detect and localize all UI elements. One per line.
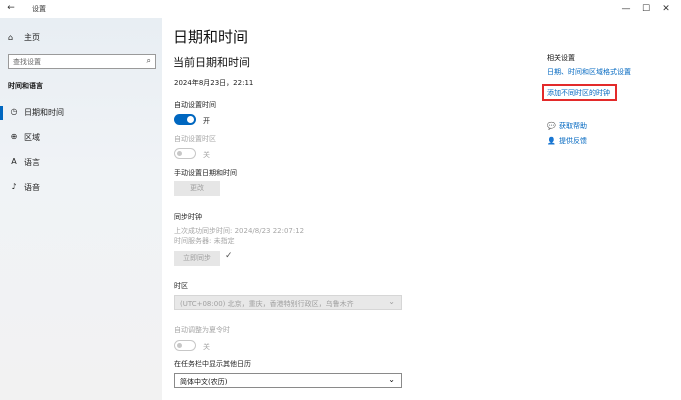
time-server-text: 时间服务器: 未指定: [174, 237, 235, 245]
language-icon: A: [11, 157, 17, 166]
auto-timezone-label: 自动设置时区: [174, 135, 216, 143]
title-bar: ← 设置 — ☐ ✕: [0, 0, 681, 18]
maximize-icon[interactable]: ☐: [637, 2, 655, 16]
timezone-value: (UTC+08:00) 北京，重庆，香港特别行政区，乌鲁木齐: [180, 300, 354, 308]
search-placeholder: 查找设置: [13, 58, 41, 66]
dst-label: 自动调整为夏令时: [174, 326, 230, 334]
date-time-region-format-link[interactable]: 日期、时间和区域格式设置: [547, 67, 631, 77]
help-chat-icon: 💬: [547, 122, 556, 130]
sidebar-item-label: 语言: [24, 158, 40, 167]
chevron-down-icon: ⌄: [388, 297, 395, 306]
sync-title: 同步时钟: [174, 213, 202, 221]
clock-calendar-icon: ◷: [10, 107, 18, 116]
sidebar-item-language[interactable]: A 语言: [0, 154, 162, 172]
change-button[interactable]: 更改: [174, 181, 220, 196]
toggle-knob: [187, 116, 194, 123]
active-indicator: [0, 106, 3, 120]
home-icon: ⌂: [8, 33, 14, 42]
toggle-knob: [177, 151, 182, 156]
sync-now-button[interactable]: 立即同步: [174, 251, 220, 266]
calendar-label: 在任务栏中显示其他日历: [174, 360, 251, 368]
feedback-link[interactable]: 提供反馈: [559, 137, 587, 145]
page-title: 日期和时间: [173, 28, 249, 46]
home-nav-item[interactable]: ⌂ 主页: [8, 32, 40, 43]
current-datetime-value: 2024年8月23日，22:11: [174, 79, 254, 87]
auto-time-toggle[interactable]: [174, 114, 196, 125]
related-settings-panel: 相关设置 日期、时间和区域格式设置 添加不同时区的时钟 💬 获取帮助 👤 提供反馈: [542, 18, 681, 400]
sidebar-item-speech[interactable]: ♪ 语音: [0, 179, 162, 197]
get-help-row[interactable]: 💬 获取帮助: [547, 121, 587, 131]
sidebar: ⌂ 主页 查找设置 ⌕ 时间和语言 ◷ 日期和时间 ⊕ 区域 A 语言 ♪ 语音: [0, 18, 162, 400]
sidebar-item-date-time[interactable]: ◷ 日期和时间: [0, 104, 162, 122]
toggle-knob: [177, 343, 182, 348]
close-icon[interactable]: ✕: [657, 2, 675, 16]
sidebar-item-label: 语音: [24, 183, 40, 192]
related-settings-title: 相关设置: [547, 54, 575, 62]
window-title: 设置: [32, 5, 46, 13]
checkmark-icon: ✓: [225, 251, 233, 261]
search-icon[interactable]: ⌕: [147, 56, 151, 66]
dst-state: 关: [203, 343, 210, 351]
last-sync-text: 上次成功同步时间: 2024/8/23 22:07:12: [174, 227, 305, 235]
auto-time-state: 开: [203, 117, 210, 125]
globe-icon: ⊕: [10, 132, 18, 141]
calendar-dropdown[interactable]: 简体中文(农历) ⌄: [174, 373, 402, 388]
feedback-row[interactable]: 👤 提供反馈: [547, 136, 587, 146]
back-arrow-icon[interactable]: ←: [4, 3, 18, 15]
dst-toggle[interactable]: [174, 340, 196, 351]
get-help-link[interactable]: 获取帮助: [559, 122, 587, 130]
manual-time-label: 手动设置日期和时间: [174, 169, 237, 177]
minimize-icon[interactable]: —: [617, 2, 635, 16]
section-title: 时间和语言: [8, 82, 43, 90]
chevron-down-icon: ⌄: [388, 375, 395, 384]
microphone-icon: ♪: [11, 182, 17, 191]
current-datetime-heading: 当前日期和时间: [173, 56, 250, 69]
search-input[interactable]: 查找设置 ⌕: [8, 54, 156, 69]
calendar-value: 简体中文(农历): [180, 378, 228, 386]
sidebar-item-region[interactable]: ⊕ 区域: [0, 129, 162, 147]
timezone-label: 时区: [174, 282, 188, 290]
main-content: 日期和时间 当前日期和时间 2024年8月23日，22:11 自动设置时间 开 …: [162, 18, 542, 400]
add-clocks-link[interactable]: 添加不同时区的时钟: [547, 88, 610, 98]
auto-time-label: 自动设置时间: [174, 101, 216, 109]
timezone-dropdown[interactable]: (UTC+08:00) 北京，重庆，香港特别行政区，乌鲁木齐 ⌄: [174, 295, 402, 310]
sidebar-item-label: 区域: [24, 133, 40, 142]
sidebar-item-label: 日期和时间: [24, 108, 64, 117]
home-label: 主页: [24, 33, 40, 42]
feedback-icon: 👤: [547, 137, 556, 145]
auto-timezone-toggle[interactable]: [174, 148, 196, 159]
auto-timezone-state: 关: [203, 151, 210, 159]
